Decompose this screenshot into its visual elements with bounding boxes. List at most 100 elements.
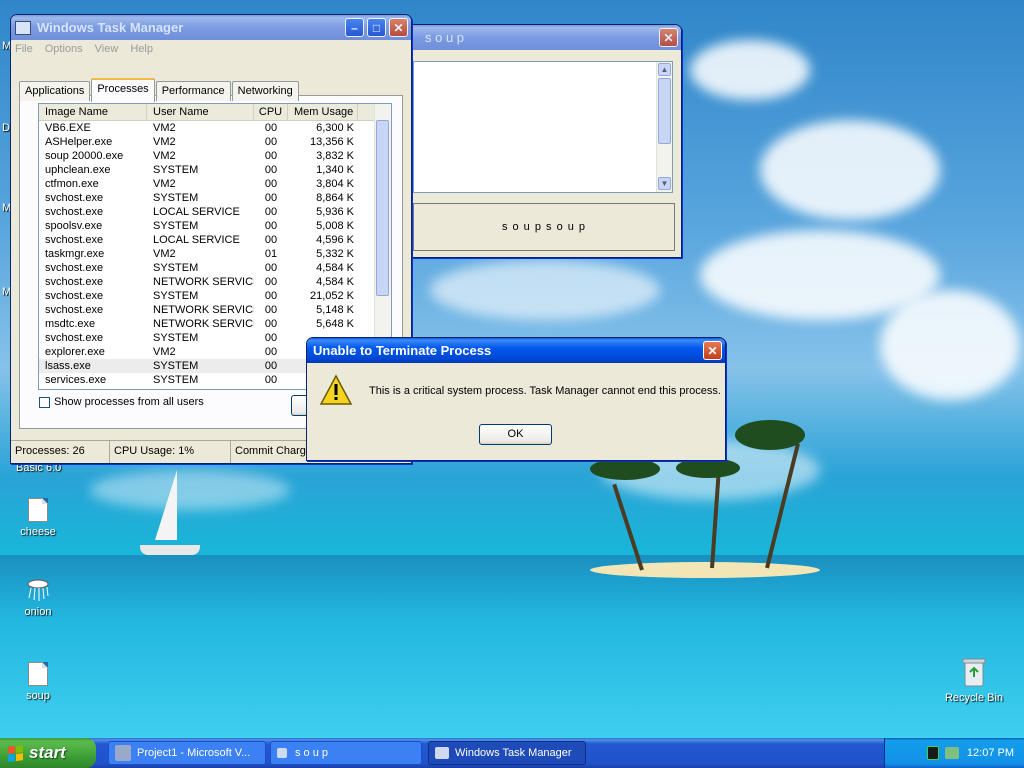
document-icon [28, 498, 48, 522]
maximize-icon[interactable]: □ [367, 18, 386, 37]
close-icon[interactable]: ✕ [389, 18, 408, 37]
menu-file[interactable]: File [15, 43, 33, 55]
cell-mem-usage: 4,584 K [316, 276, 354, 288]
cell-mem-usage: 5,332 K [316, 248, 354, 260]
cell-user-name: SYSTEM [153, 290, 199, 302]
column-image-name[interactable]: Image Name [39, 104, 147, 120]
cell-user-name: VM2 [153, 248, 176, 260]
error-dialog[interactable]: Unable to Terminate Process ✕ This is a … [306, 337, 726, 461]
close-icon[interactable]: ✕ [703, 341, 722, 360]
cell-user-name: VM2 [153, 178, 176, 190]
cell-cpu: 00 [264, 318, 278, 330]
sailboat [155, 470, 177, 540]
desktop-icon-cheese[interactable]: cheese [0, 498, 76, 538]
cell-cpu: 00 [264, 234, 278, 246]
cell-cpu: 00 [264, 220, 278, 232]
table-row[interactable]: svchost.exe NETWORK SERVICE 00 5,148 K [39, 303, 391, 317]
table-row[interactable]: spoolsv.exe SYSTEM 00 5,008 K [39, 219, 391, 233]
tab-processes[interactable]: Processes [91, 78, 155, 102]
cell-image-name: msdtc.exe [45, 318, 96, 330]
edge-label: D [2, 122, 10, 134]
taskbar-item-project1[interactable]: Project1 - Microsoft V... [108, 741, 266, 765]
tab-networking[interactable]: Networking [231, 81, 299, 101]
column-mem-usage[interactable]: Mem Usage [288, 104, 358, 120]
cpu-meter-icon[interactable] [926, 746, 939, 760]
taskbar-item-soup[interactable]: s o u p [270, 741, 422, 765]
table-row[interactable]: taskmgr.exe VM2 01 5,332 K [39, 247, 391, 261]
soup-textarea[interactable]: ▲ ▼ [413, 61, 673, 193]
show-all-users-checkbox[interactable] [39, 397, 50, 408]
taskbar-item-label: Windows Task Manager [455, 747, 572, 759]
cell-image-name: spoolsv.exe [45, 220, 103, 232]
cell-cpu: 00 [264, 164, 278, 176]
close-icon[interactable]: ✕ [659, 28, 678, 47]
cell-cpu: 00 [264, 136, 278, 148]
table-row[interactable]: ctfmon.exe VM2 00 3,804 K [39, 177, 391, 191]
menu-options[interactable]: Options [45, 43, 83, 55]
status-processes: Processes: 26 [11, 441, 110, 463]
tab-strip: Applications Processes Performance Netwo… [19, 78, 300, 102]
table-row[interactable]: svchost.exe LOCAL SERVICE 00 5,936 K [39, 205, 391, 219]
cell-cpu: 00 [264, 192, 278, 204]
windows-logo-icon [8, 744, 23, 762]
ok-button[interactable]: OK [479, 424, 552, 445]
start-button[interactable]: start [0, 738, 96, 768]
cell-user-name: SYSTEM [153, 262, 199, 274]
cell-cpu: 00 [264, 290, 278, 302]
onion-icon [25, 576, 51, 602]
cell-mem-usage: 3,804 K [316, 178, 354, 190]
table-row[interactable]: svchost.exe SYSTEM 00 4,584 K [39, 261, 391, 275]
cell-image-name: svchost.exe [45, 206, 104, 218]
desktop-icon-onion[interactable]: onion [0, 576, 76, 618]
table-row[interactable]: svchost.exe LOCAL SERVICE 00 4,596 K [39, 233, 391, 247]
cell-image-name: services.exe [45, 374, 107, 386]
document-icon [28, 662, 48, 686]
column-cpu[interactable]: CPU [254, 104, 288, 120]
cell-mem-usage: 5,148 K [316, 304, 354, 316]
network-icon[interactable] [944, 747, 959, 759]
dialog-title: Unable to Terminate Process [313, 343, 492, 358]
show-all-users-label: Show processes from all users [54, 396, 204, 408]
cell-image-name: soup 20000.exe [45, 150, 124, 162]
cell-cpu: 00 [264, 332, 278, 344]
soupsoup-button[interactable]: s o u p s o u p [413, 203, 675, 251]
scrollbar-thumb[interactable] [658, 78, 671, 144]
soup-titlebar[interactable]: s o u p ✕ [397, 25, 681, 50]
table-row[interactable]: uphclean.exe SYSTEM 00 1,340 K [39, 163, 391, 177]
menu-help[interactable]: Help [130, 43, 153, 55]
taskmgr-titlebar[interactable]: Windows Task Manager – □ ✕ [11, 15, 411, 40]
monitor-icon [15, 20, 31, 35]
soup-window[interactable]: s o u p ✕ ▲ ▼ s o u p s o u p [396, 24, 682, 258]
cell-cpu: 00 [264, 178, 278, 190]
tab-applications[interactable]: Applications [19, 81, 91, 101]
table-row[interactable]: ASHelper.exe VM2 00 13,356 K [39, 135, 391, 149]
table-row[interactable]: msdtc.exe NETWORK SERVICE 00 5,648 K [39, 317, 391, 331]
taskbar-item-task-manager[interactable]: Windows Task Manager [428, 741, 586, 765]
table-row[interactable]: svchost.exe SYSTEM 00 21,052 K [39, 289, 391, 303]
cell-image-name: svchost.exe [45, 304, 104, 316]
cell-image-name: VB6.EXE [45, 122, 91, 134]
desktop-icon-soup[interactable]: soup [0, 662, 76, 702]
vb-icon [115, 745, 131, 761]
dialog-titlebar[interactable]: Unable to Terminate Process ✕ [307, 338, 725, 363]
scrollbar-thumb[interactable] [376, 120, 389, 296]
cell-image-name: svchost.exe [45, 276, 104, 288]
table-row[interactable]: svchost.exe NETWORK SERVICE 00 4,584 K [39, 275, 391, 289]
table-row[interactable]: soup 20000.exe VM2 00 3,832 K [39, 149, 391, 163]
clock[interactable]: 12:07 PM [967, 747, 1014, 759]
cell-user-name: NETWORK SERVICE [153, 304, 254, 316]
desktop-icon-label: onion [24, 606, 52, 618]
tab-performance[interactable]: Performance [155, 81, 231, 101]
desktop-icon-recycle-bin[interactable]: Recycle Bin [936, 656, 1012, 704]
cell-cpu: 00 [264, 360, 278, 372]
cell-user-name: LOCAL SERVICE [153, 234, 240, 246]
scroll-up-icon[interactable]: ▲ [658, 63, 671, 76]
cell-mem-usage: 8,864 K [316, 192, 354, 204]
scroll-down-icon[interactable]: ▼ [658, 177, 671, 190]
menu-view[interactable]: View [95, 43, 119, 55]
table-row[interactable]: VB6.EXE VM2 00 6,300 K [39, 121, 391, 135]
column-user-name[interactable]: User Name [147, 104, 254, 120]
monitor-icon [435, 747, 449, 759]
table-row[interactable]: svchost.exe SYSTEM 00 8,864 K [39, 191, 391, 205]
minimize-icon[interactable]: – [345, 18, 364, 37]
